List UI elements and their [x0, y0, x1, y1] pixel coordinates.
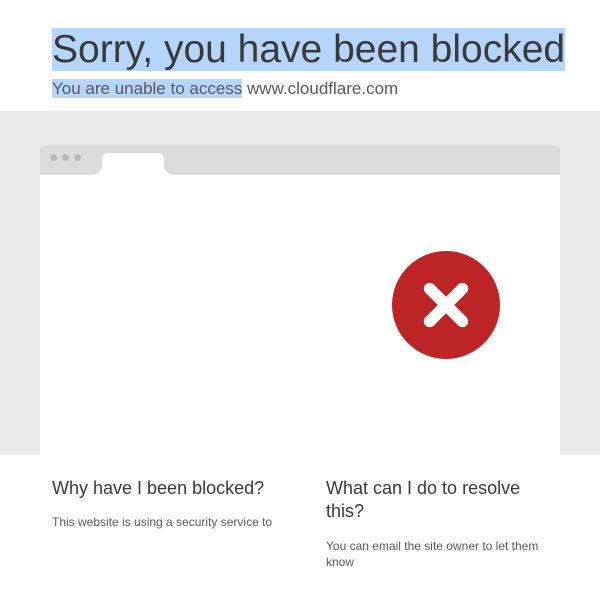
page-header: Sorry, you have been blocked You are una…: [0, 0, 600, 111]
why-blocked-column: Why have I been blocked? This website is…: [52, 477, 286, 571]
resolve-column: What can I do to resolve this? You can e…: [326, 477, 560, 571]
resolve-heading: What can I do to resolve this?: [326, 477, 560, 524]
resolve-body: You can email the site owner to let them…: [326, 538, 560, 572]
why-blocked-heading: Why have I been blocked?: [52, 477, 286, 500]
browser-body: [40, 175, 560, 455]
window-dot: [74, 154, 81, 161]
browser-illustration: [40, 145, 560, 455]
page-title: Sorry, you have been blocked: [52, 28, 565, 71]
why-blocked-body: This website is using a security service…: [52, 514, 286, 531]
browser-tab: [102, 153, 164, 175]
window-dot: [62, 154, 69, 161]
window-dot: [50, 154, 57, 161]
window-dots: [50, 154, 81, 161]
close-icon: [418, 277, 474, 333]
info-columns: Why have I been blocked? This website is…: [0, 455, 600, 571]
page-subtitle: You are unable to access www.cloudflare.…: [52, 79, 600, 99]
illustration-band: [0, 111, 600, 455]
error-badge: [392, 251, 500, 359]
browser-chrome: [40, 145, 560, 175]
subtitle-prefix: You are unable to access: [52, 79, 242, 98]
subtitle-host: www.cloudflare.com: [242, 79, 398, 98]
